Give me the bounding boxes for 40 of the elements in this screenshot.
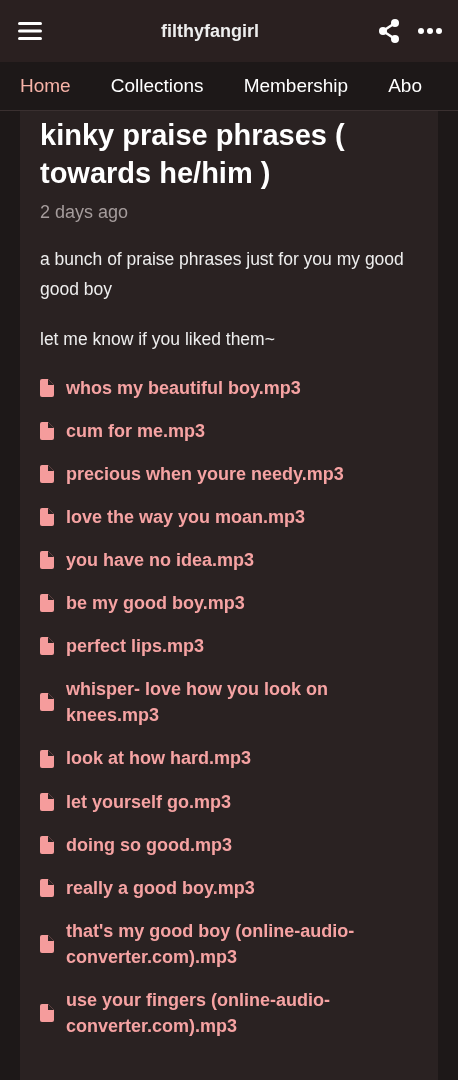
attachment-link[interactable]: look at how hard.mp3 [66, 745, 252, 772]
file-icon [40, 421, 54, 440]
file-icon [40, 749, 54, 768]
nav-tab[interactable]: Home [0, 62, 85, 110]
attachment-link[interactable]: whisper- love how you look on knees.mp3 [66, 676, 418, 729]
nav-tab[interactable]: Abo [368, 62, 436, 110]
attachment-link[interactable]: really a good boy.mp3 [66, 874, 255, 901]
file-icon [40, 594, 54, 613]
file-icon [40, 1004, 54, 1023]
nav-tab[interactable]: Membership [223, 62, 363, 110]
menu-icon[interactable] [18, 22, 42, 40]
post-text: let me know if you liked them~ [40, 327, 276, 351]
file-icon [40, 693, 54, 712]
attachment-link[interactable]: doing so good.mp3 [66, 831, 232, 858]
attachment-link[interactable]: love the way you moan.mp3 [66, 503, 306, 530]
file-icon [40, 878, 54, 897]
attachment-link[interactable]: that's my good boy (online-audio-converter.com).mp3 [66, 917, 418, 971]
attachment-link[interactable]: perfect lips.mp3 [66, 633, 205, 660]
creator-name: filthyfangirl [160, 20, 260, 42]
attachment-link[interactable]: whos my beautiful boy.mp3 [66, 374, 301, 401]
attachment-link[interactable]: use your fingers (online-audio-converter.com).mp3 [66, 987, 418, 1040]
more-icon[interactable] [418, 28, 442, 34]
post-text: a bunch of praise phrases just for you my good good boy [40, 248, 405, 302]
file-icon [40, 792, 54, 811]
file-icon [40, 378, 54, 397]
attachment-link[interactable]: be my good boy.mp3 [66, 590, 245, 617]
file-icon [40, 934, 54, 953]
post-title: kinky praise phrases ( towards he/him ) [40, 118, 346, 191]
file-icon [40, 551, 54, 570]
file-icon [40, 464, 54, 483]
file-icon [40, 835, 54, 854]
attachment-link[interactable]: cum for me.mp3 [66, 417, 206, 444]
file-icon [40, 507, 54, 526]
post-date: 2 days ago [40, 202, 130, 224]
file-icon [40, 637, 54, 656]
share-icon[interactable] [378, 19, 400, 43]
attachment-link[interactable]: precious when youre needy.mp3 [66, 460, 344, 487]
attachment-link[interactable]: you have no idea.mp3 [66, 547, 255, 574]
nav-tab[interactable]: Collections [90, 62, 218, 110]
attachment-link[interactable]: let yourself go.mp3 [66, 788, 232, 815]
